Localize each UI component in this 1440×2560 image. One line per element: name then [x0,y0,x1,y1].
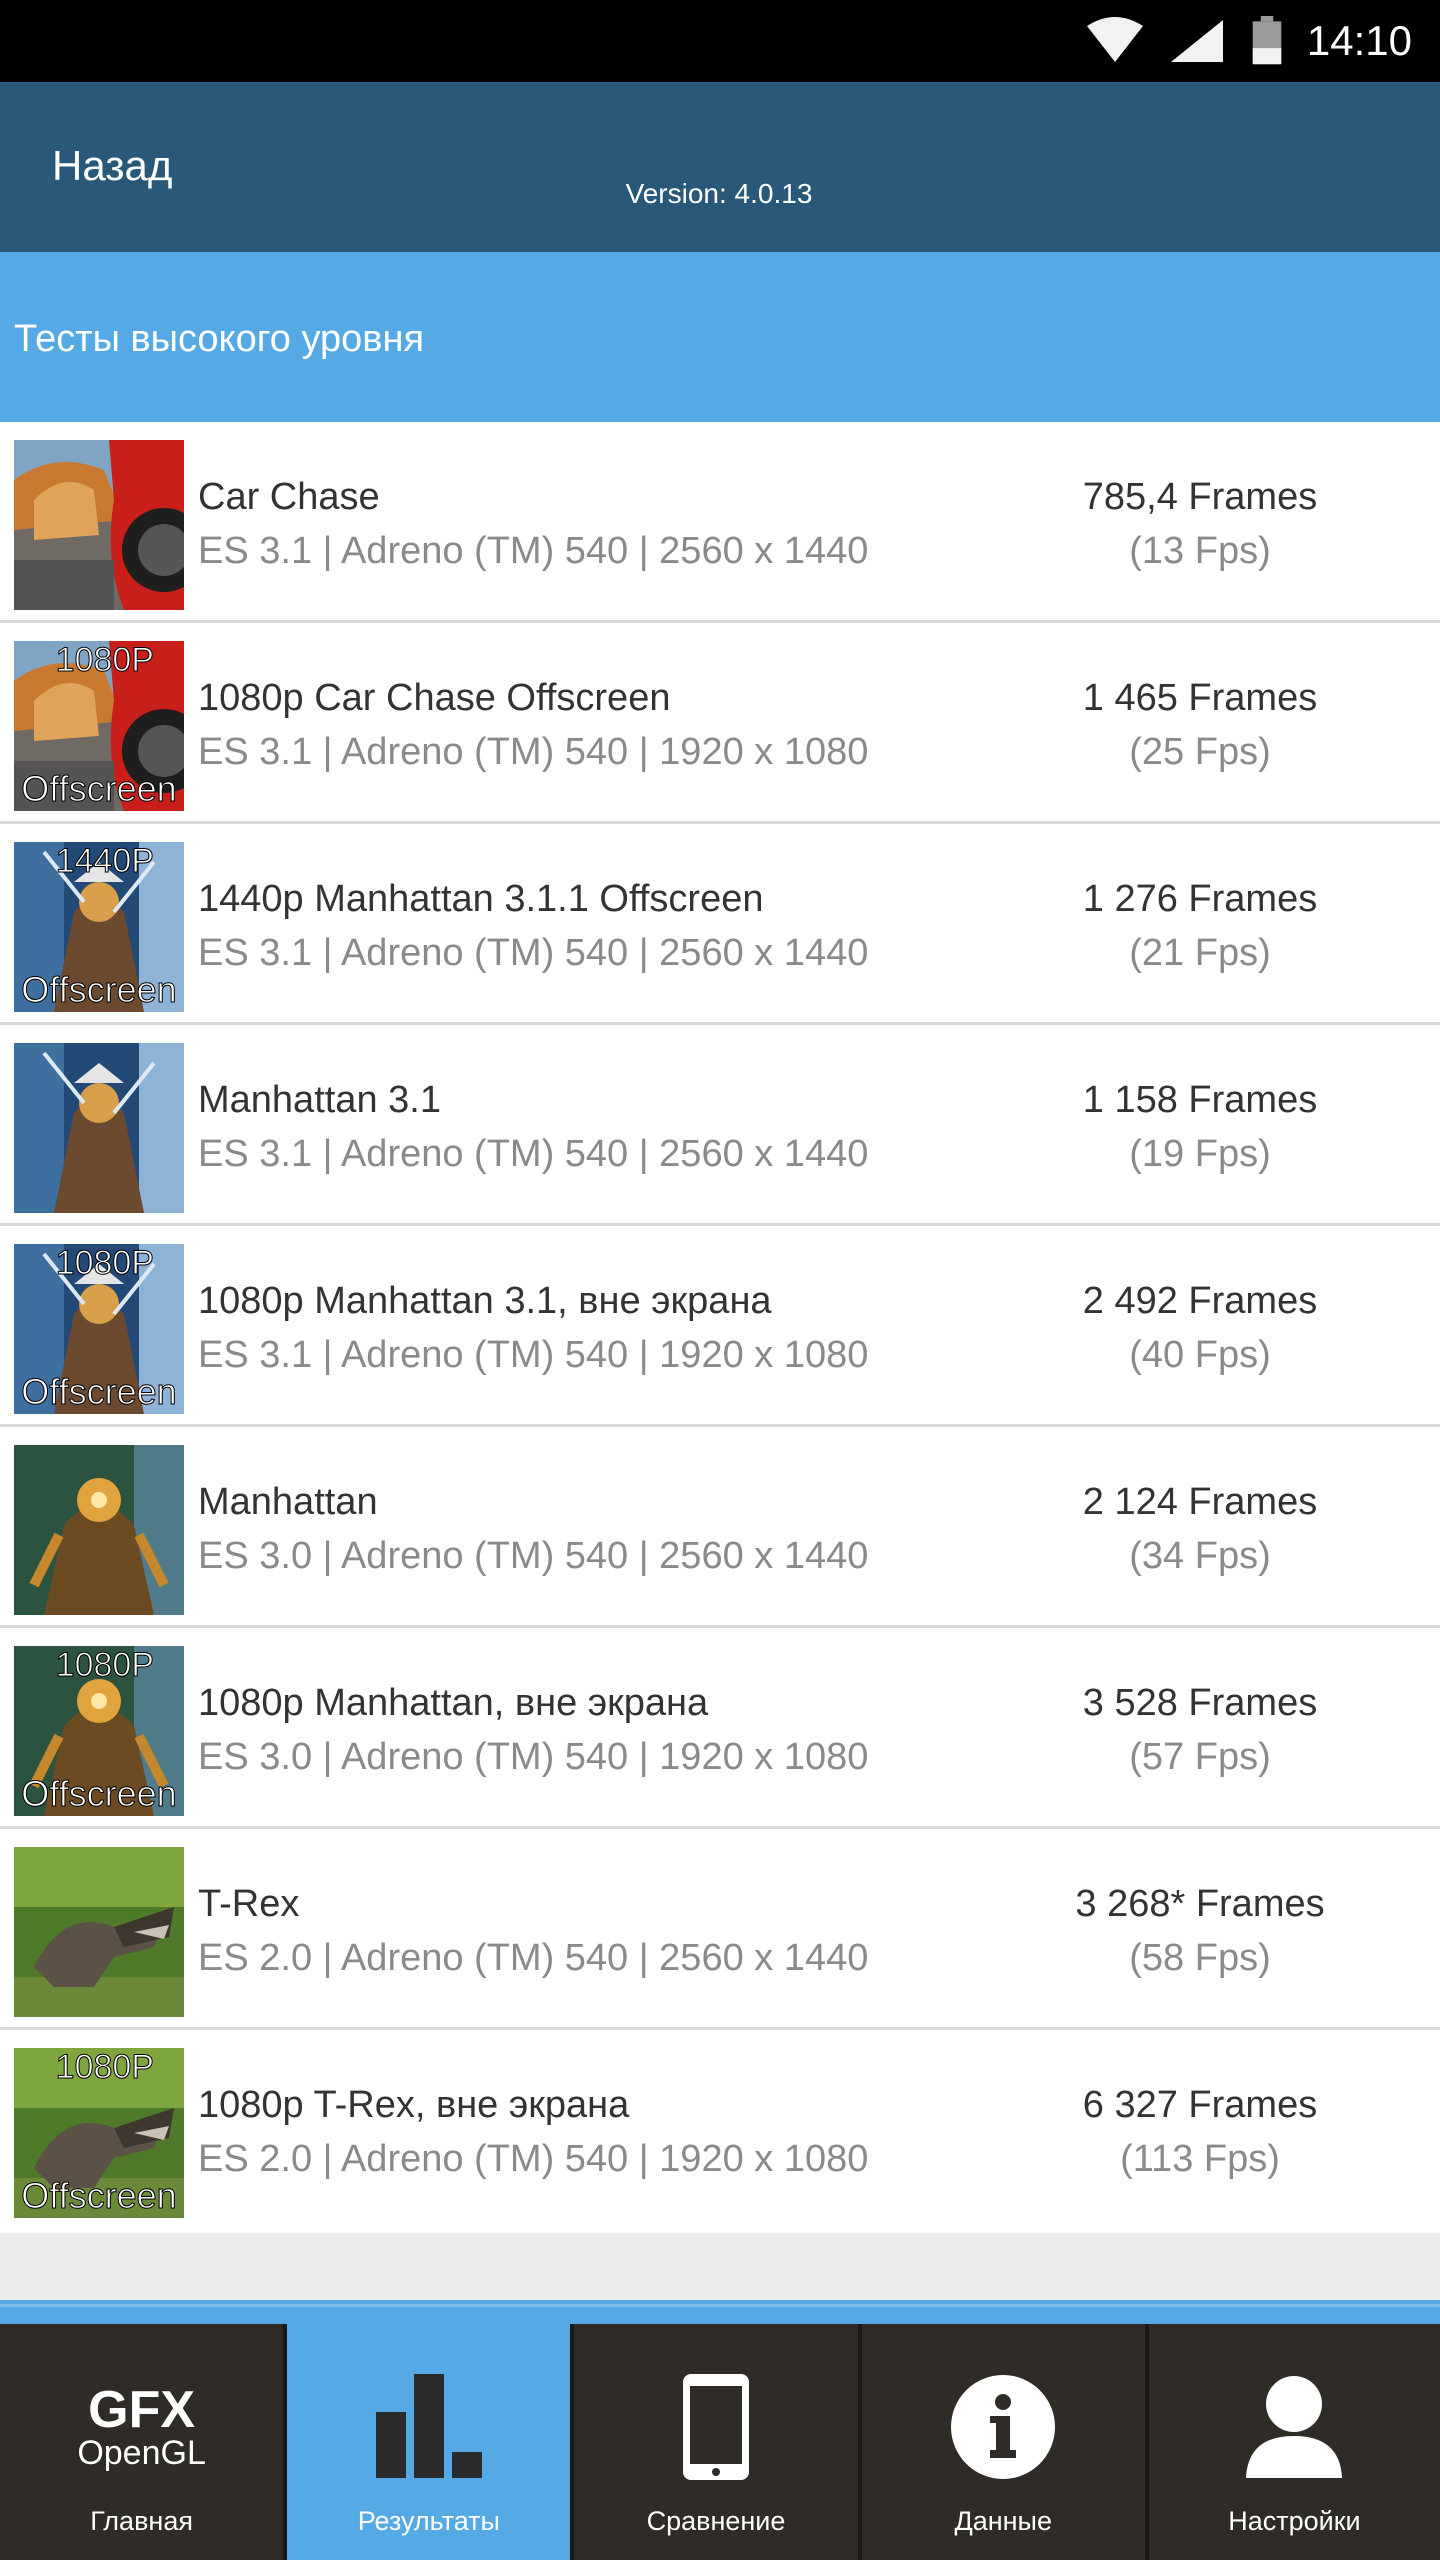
benchmark-thumbnail [14,1847,184,2017]
result-title: 1440p Manhattan 3.1.1 Offscreen [198,878,764,920]
thumbnail-resolution-badge: 1080P [56,2048,154,2086]
benchmark-thumbnail: 1080P Offscreen [14,2048,184,2218]
result-row[interactable]: 1080P Offscreen 1080p Manhattan 3.1, вне э… [0,1226,1440,1427]
result-details: ES 3.1 | Adreno (TM) 540 | 2560 x 1440 [198,1133,869,1175]
nav-label: Сравнение [646,2506,786,2536]
result-title: Car Chase [198,476,380,518]
result-title: 1080p T-Rex, вне экрана [198,2084,630,2126]
result-title: 1080p Manhattan 3.1, вне экрана [198,1280,772,1322]
result-frames: 1 465 Frames [1082,677,1318,719]
bar-chart-icon [287,2372,570,2482]
result-row[interactable]: 1440P Offscreen 1440p Manhattan 3.1.1 Offs… [0,824,1440,1025]
thumbnail-resolution-badge: 1440P [56,842,154,880]
result-fps: (13 Fps) [1129,530,1271,572]
benchmark-thumbnail: 1080P Offscreen [14,641,184,811]
result-fps: (113 Fps) [1120,2138,1280,2180]
result-frames: 3 528 Frames [1082,1682,1318,1724]
nav-item-settings[interactable]: Настройки [1148,2324,1440,2560]
result-row[interactable]: Car Chase ES 3.1 | Adreno (TM) 540 | 2560… [0,422,1440,623]
benchmark-thumbnail: 1440P Offscreen [14,842,184,1012]
app-bar: Назад Version: 4.0.13 [0,82,1440,252]
section-title: Тесты высокого уровня [14,318,425,360]
nav-label: Данные [954,2506,1052,2536]
thumbnail-offscreen-badge: Offscreen [21,1773,176,1814]
bottom-nav: GFX OpenGL Главная Результаты Сравнение [0,2324,1440,2560]
result-fps: (21 Fps) [1129,932,1271,974]
nav-item-compare[interactable]: Сравнение [574,2324,862,2560]
result-fps: (34 Fps) [1129,1535,1271,1577]
result-frames: 2 492 Frames [1082,1280,1318,1322]
thumbnail-resolution-badge: 1080P [56,1646,154,1684]
wifi-icon [1086,17,1143,62]
result-fps: (19 Fps) [1129,1133,1271,1175]
result-row[interactable]: 1080P Offscreen 1080p Car Chase Offscreen E… [0,623,1440,824]
info-icon [862,2372,1145,2482]
result-row[interactable]: 1080P Offscreen 1080p Manhattan, вне экран… [0,1628,1440,1829]
result-frames: 1 158 Frames [1082,1079,1318,1121]
thumbnail-offscreen-badge: Offscreen [21,1371,176,1412]
nav-label: Настройки [1228,2506,1361,2536]
result-frames: 3 268* Frames [1075,1883,1325,1925]
nav-label: Результаты [357,2506,500,2536]
result-details: ES 3.1 | Adreno (TM) 540 | 2560 x 1440 [198,530,869,572]
thumbnail-offscreen-badge: Offscreen [21,2175,176,2216]
result-fps: (58 Fps) [1129,1937,1271,1979]
result-details: ES 3.1 | Adreno (TM) 540 | 2560 x 1440 [198,932,869,974]
version-label: Version: 4.0.13 [625,178,813,209]
nav-label: Главная [90,2506,193,2536]
result-details: ES 3.1 | Adreno (TM) 540 | 1920 x 1080 [198,1334,869,1376]
cell-signal-icon [1170,20,1223,62]
result-title: 1080p Car Chase Offscreen [198,677,671,719]
result-title: 1080p Manhattan, вне экрана [198,1682,709,1724]
result-details: ES 2.0 | Adreno (TM) 540 | 1920 x 1080 [198,2138,869,2180]
result-row[interactable]: 1080P Offscreen 1080p T-Rex, вне экрана ES … [0,2030,1440,2233]
result-title: Manhattan [198,1481,378,1523]
thumbnail-offscreen-badge: Offscreen [21,768,176,809]
thumbnail-offscreen-badge: Offscreen [21,969,176,1010]
benchmark-thumbnail [14,1445,184,1615]
benchmark-thumbnail [14,1043,184,1213]
status-bar: 14:10 [0,0,1440,82]
thumbnail-resolution-badge: 1080P [56,641,154,679]
status-time: 14:10 [1306,17,1412,64]
result-row[interactable]: Manhattan ES 3.0 | Adreno (TM) 540 | 2560… [0,1427,1440,1628]
result-frames: 6 327 Frames [1082,2084,1318,2126]
result-title: T-Rex [198,1883,300,1925]
gfx-logo-icon: GFX OpenGL [77,2381,206,2472]
bottom-nav-accent [0,2300,1440,2324]
status-icons: 14:10 [1085,0,1412,82]
nav-item-home[interactable]: GFX OpenGL Главная [0,2324,288,2560]
thumbnail-resolution-badge: 1080P [56,1244,154,1282]
result-details: ES 3.0 | Adreno (TM) 540 | 2560 x 1440 [198,1535,869,1577]
battery-icon [1252,16,1282,65]
benchmark-thumbnail: 1080P Offscreen [14,1244,184,1414]
result-row[interactable]: Manhattan 3.1 ES 3.1 | Adreno (TM) 540 | … [0,1025,1440,1226]
section-header: Тесты высокого уровня [0,252,1440,422]
result-details: ES 2.0 | Adreno (TM) 540 | 2560 x 1440 [198,1937,869,1979]
benchmark-thumbnail [14,440,184,610]
result-details: ES 3.0 | Adreno (TM) 540 | 1920 x 1080 [198,1736,869,1778]
result-frames: 1 276 Frames [1082,878,1318,920]
benchmark-thumbnail: 1080P Offscreen [14,1646,184,1816]
result-frames: 2 124 Frames [1082,1481,1318,1523]
results-list: Car Chase ES 3.1 | Adreno (TM) 540 | 2560… [0,422,1440,2233]
result-fps: (40 Fps) [1129,1334,1271,1376]
result-title: Manhattan 3.1 [198,1079,441,1121]
result-frames: 785,4 Frames [1082,476,1318,518]
result-fps: (25 Fps) [1129,731,1271,773]
result-details: ES 3.1 | Adreno (TM) 540 | 1920 x 1080 [198,731,869,773]
user-icon [1149,2372,1440,2482]
nav-item-results[interactable]: Результаты [287,2324,575,2560]
nav-item-info[interactable]: Данные [861,2324,1149,2560]
result-fps: (57 Fps) [1129,1736,1271,1778]
result-row[interactable]: T-Rex ES 2.0 | Adreno (TM) 540 | 2560 x 1… [0,1829,1440,2030]
phone-icon [574,2372,857,2482]
